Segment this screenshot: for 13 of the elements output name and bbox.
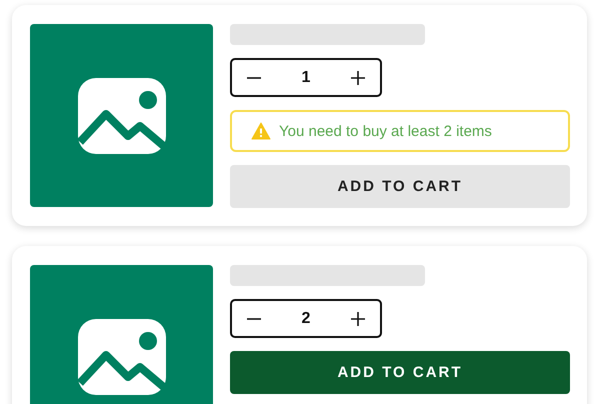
add-to-cart-button[interactable]: ADD TO CART bbox=[230, 351, 570, 394]
quantity-value: 1 bbox=[302, 68, 310, 86]
quantity-stepper[interactable]: 2 bbox=[230, 299, 382, 338]
quantity-stepper[interactable]: 1 bbox=[230, 58, 382, 97]
warning-icon bbox=[251, 122, 271, 140]
quantity-value: 2 bbox=[302, 310, 310, 328]
minus-icon bbox=[246, 318, 262, 320]
image-icon bbox=[76, 316, 168, 396]
plus-icon bbox=[350, 70, 366, 86]
image-icon bbox=[76, 76, 168, 156]
plus-icon bbox=[350, 310, 366, 326]
warning-text: You need to buy at least 2 items bbox=[279, 122, 492, 140]
minus-icon bbox=[246, 76, 262, 78]
